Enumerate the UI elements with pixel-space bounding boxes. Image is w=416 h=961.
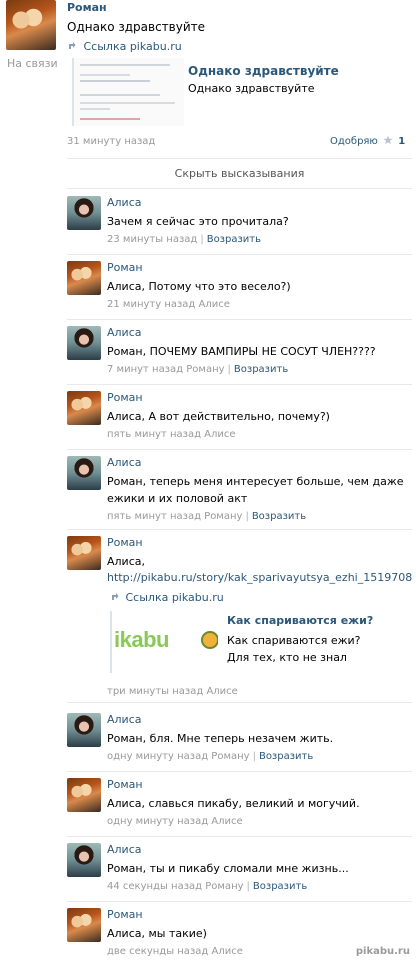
comment-avatar[interactable] bbox=[67, 261, 101, 295]
post-time[interactable]: 31 минуту назад bbox=[67, 136, 155, 147]
comment-text: Алиса, славься пикабу, великий и могучий… bbox=[107, 797, 360, 810]
post-text: Однако здравствуйте bbox=[67, 20, 205, 34]
post-attachment-link[interactable]: Ссылка pikabu.ru bbox=[68, 40, 182, 53]
comment-avatar[interactable] bbox=[67, 326, 101, 360]
post-preview-text: Однако здравствуйте bbox=[188, 82, 315, 95]
comment-avatar[interactable] bbox=[67, 536, 101, 570]
link-arrow-icon bbox=[112, 593, 119, 600]
comment-item: Роман Алиса, Потому что это весело?) 21 … bbox=[67, 261, 412, 317]
comment-text: Алиса, bbox=[107, 555, 145, 568]
comment-text: Алиса, А вот действительно, почему?) bbox=[107, 410, 330, 423]
comment-time[interactable]: 44 секунды назад Роману bbox=[107, 881, 244, 892]
reply-button[interactable]: Возразить bbox=[259, 751, 313, 762]
reply-button[interactable]: Возразить bbox=[252, 511, 306, 522]
post-author-avatar[interactable] bbox=[6, 0, 56, 50]
comment-author[interactable]: Роман bbox=[107, 536, 143, 549]
divider bbox=[67, 836, 412, 837]
comment-preview-text: Как спариваются ежи? Для тех, кто не зна… bbox=[227, 634, 361, 664]
post-preview-title[interactable]: Однако здравствуйте bbox=[188, 64, 339, 78]
divider bbox=[67, 771, 412, 772]
comment-avatar[interactable] bbox=[67, 713, 101, 747]
comment-time[interactable]: одну минуту назад Алисе bbox=[107, 816, 243, 827]
comment-avatar[interactable] bbox=[67, 908, 101, 942]
comment-text: Зачем я сейчас это прочитала? bbox=[107, 215, 289, 228]
divider bbox=[67, 529, 412, 530]
comment-item: Роман Алиса, А вот действительно, почему… bbox=[67, 391, 412, 447]
post-author-status: На связи bbox=[7, 57, 58, 70]
comment-meta: одну минуту назад Роману | Возразить bbox=[107, 751, 314, 762]
comment-author[interactable]: Алиса bbox=[107, 196, 142, 209]
reply-button[interactable]: Возразить bbox=[207, 234, 261, 245]
comment-time[interactable]: пять минут назад Роману bbox=[107, 511, 242, 522]
comment-attachment-link[interactable]: Ссылка pikabu.ru bbox=[111, 591, 224, 604]
hide-comments-button[interactable]: Скрыть высказывания bbox=[67, 167, 412, 180]
comment-author[interactable]: Алиса bbox=[107, 713, 142, 726]
post-author-name[interactable]: Роман bbox=[67, 1, 107, 14]
comment-meta: пять минут назад Роману | Возразить bbox=[107, 511, 307, 522]
comment-preview-title[interactable]: Как спариваются ежи? bbox=[227, 614, 373, 627]
comment-time[interactable]: одну минуту назад Роману bbox=[107, 751, 250, 762]
comment-time[interactable]: пять минут назад Алисе bbox=[107, 429, 236, 440]
comment-time[interactable]: 7 минут назад Роману bbox=[107, 364, 225, 375]
comment-item: Роман Алиса, http://pikabu.ru/story/kak_… bbox=[67, 536, 412, 700]
reply-button[interactable]: Возразить bbox=[234, 364, 288, 375]
divider bbox=[67, 319, 412, 320]
comment-text: Алиса, мы такие) bbox=[107, 927, 207, 940]
star-icon bbox=[383, 135, 393, 145]
comment-avatar[interactable] bbox=[67, 456, 101, 490]
comment-item: Алиса Роман, теперь меня интересует боль… bbox=[67, 456, 412, 528]
reply-button[interactable]: Возразить bbox=[253, 881, 307, 892]
comment-time[interactable]: 21 минуту назад Алисе bbox=[107, 299, 230, 310]
comment-item: Алиса Зачем я сейчас это прочитала? 23 м… bbox=[67, 196, 412, 252]
divider bbox=[67, 254, 412, 255]
comment-preview-thumbnail[interactable]: ikabu bbox=[110, 611, 218, 673]
comment-author[interactable]: Алиса bbox=[107, 843, 142, 856]
comment-text: Роман, теперь меня интересует больше, че… bbox=[107, 475, 404, 505]
comment-item: Алиса Роман, бля. Мне теперь незачем жит… bbox=[67, 713, 412, 769]
link-arrow-icon bbox=[69, 42, 76, 49]
divider bbox=[67, 901, 412, 902]
post-preview-thumbnail[interactable] bbox=[72, 58, 184, 126]
comment-time[interactable]: две секунды назад Алисе bbox=[107, 946, 243, 957]
post-like-button[interactable]: Одобряю 1 bbox=[330, 135, 405, 147]
comment-author[interactable]: Алиса bbox=[107, 456, 142, 469]
divider bbox=[67, 384, 412, 385]
comment-text: Роман, ПОЧЕМУ ВАМПИРЫ НЕ СОСУТ ЧЛЕН???? bbox=[107, 345, 376, 358]
comment-time[interactable]: 23 минуты назад bbox=[107, 234, 197, 245]
comment-text: Алиса, Потому что это весело?) bbox=[107, 280, 291, 293]
comment-author[interactable]: Роман bbox=[107, 778, 143, 791]
comment-avatar[interactable] bbox=[67, 196, 101, 230]
comment-url-link[interactable]: http://pikabu.ru/story/kak_sparivayutsya… bbox=[107, 571, 412, 584]
divider bbox=[67, 702, 412, 703]
comment-avatar[interactable] bbox=[67, 778, 101, 812]
comment-author[interactable]: Алиса bbox=[107, 326, 142, 339]
comment-time[interactable]: три минуты назад Алисе bbox=[107, 686, 238, 697]
pikabu-logo: ikabu bbox=[114, 627, 169, 652]
comment-item: Алиса Роман, ПОЧЕМУ ВАМПИРЫ НЕ СОСУТ ЧЛЕ… bbox=[67, 326, 412, 382]
comment-item: Алиса Роман, ты и пикабу сломали мне жиз… bbox=[67, 843, 412, 899]
comment-avatar[interactable] bbox=[67, 391, 101, 425]
comment-item: Роман Алиса, славься пикабу, великий и м… bbox=[67, 778, 412, 834]
comment-text: Роман, ты и пикабу сломали мне жизнь... bbox=[107, 862, 349, 875]
comment-author[interactable]: Роман bbox=[107, 261, 143, 274]
pikabu-logo-icon bbox=[201, 631, 218, 649]
comment-text: Роман, бля. Мне теперь незачем жить. bbox=[107, 732, 334, 745]
comment-author[interactable]: Роман bbox=[107, 391, 143, 404]
comment-author[interactable]: Роман bbox=[107, 908, 143, 921]
divider bbox=[67, 449, 412, 450]
comment-meta: 44 секунды назад Роману | Возразить bbox=[107, 881, 308, 892]
divider bbox=[67, 158, 412, 159]
comment-meta: 7 минут назад Роману | Возразить bbox=[107, 364, 289, 375]
comment-meta: 23 минуты назад | Возразить bbox=[107, 234, 262, 245]
pikabu-watermark: pikabu.ru bbox=[355, 946, 410, 957]
divider bbox=[67, 188, 412, 189]
comment-avatar[interactable] bbox=[67, 843, 101, 877]
